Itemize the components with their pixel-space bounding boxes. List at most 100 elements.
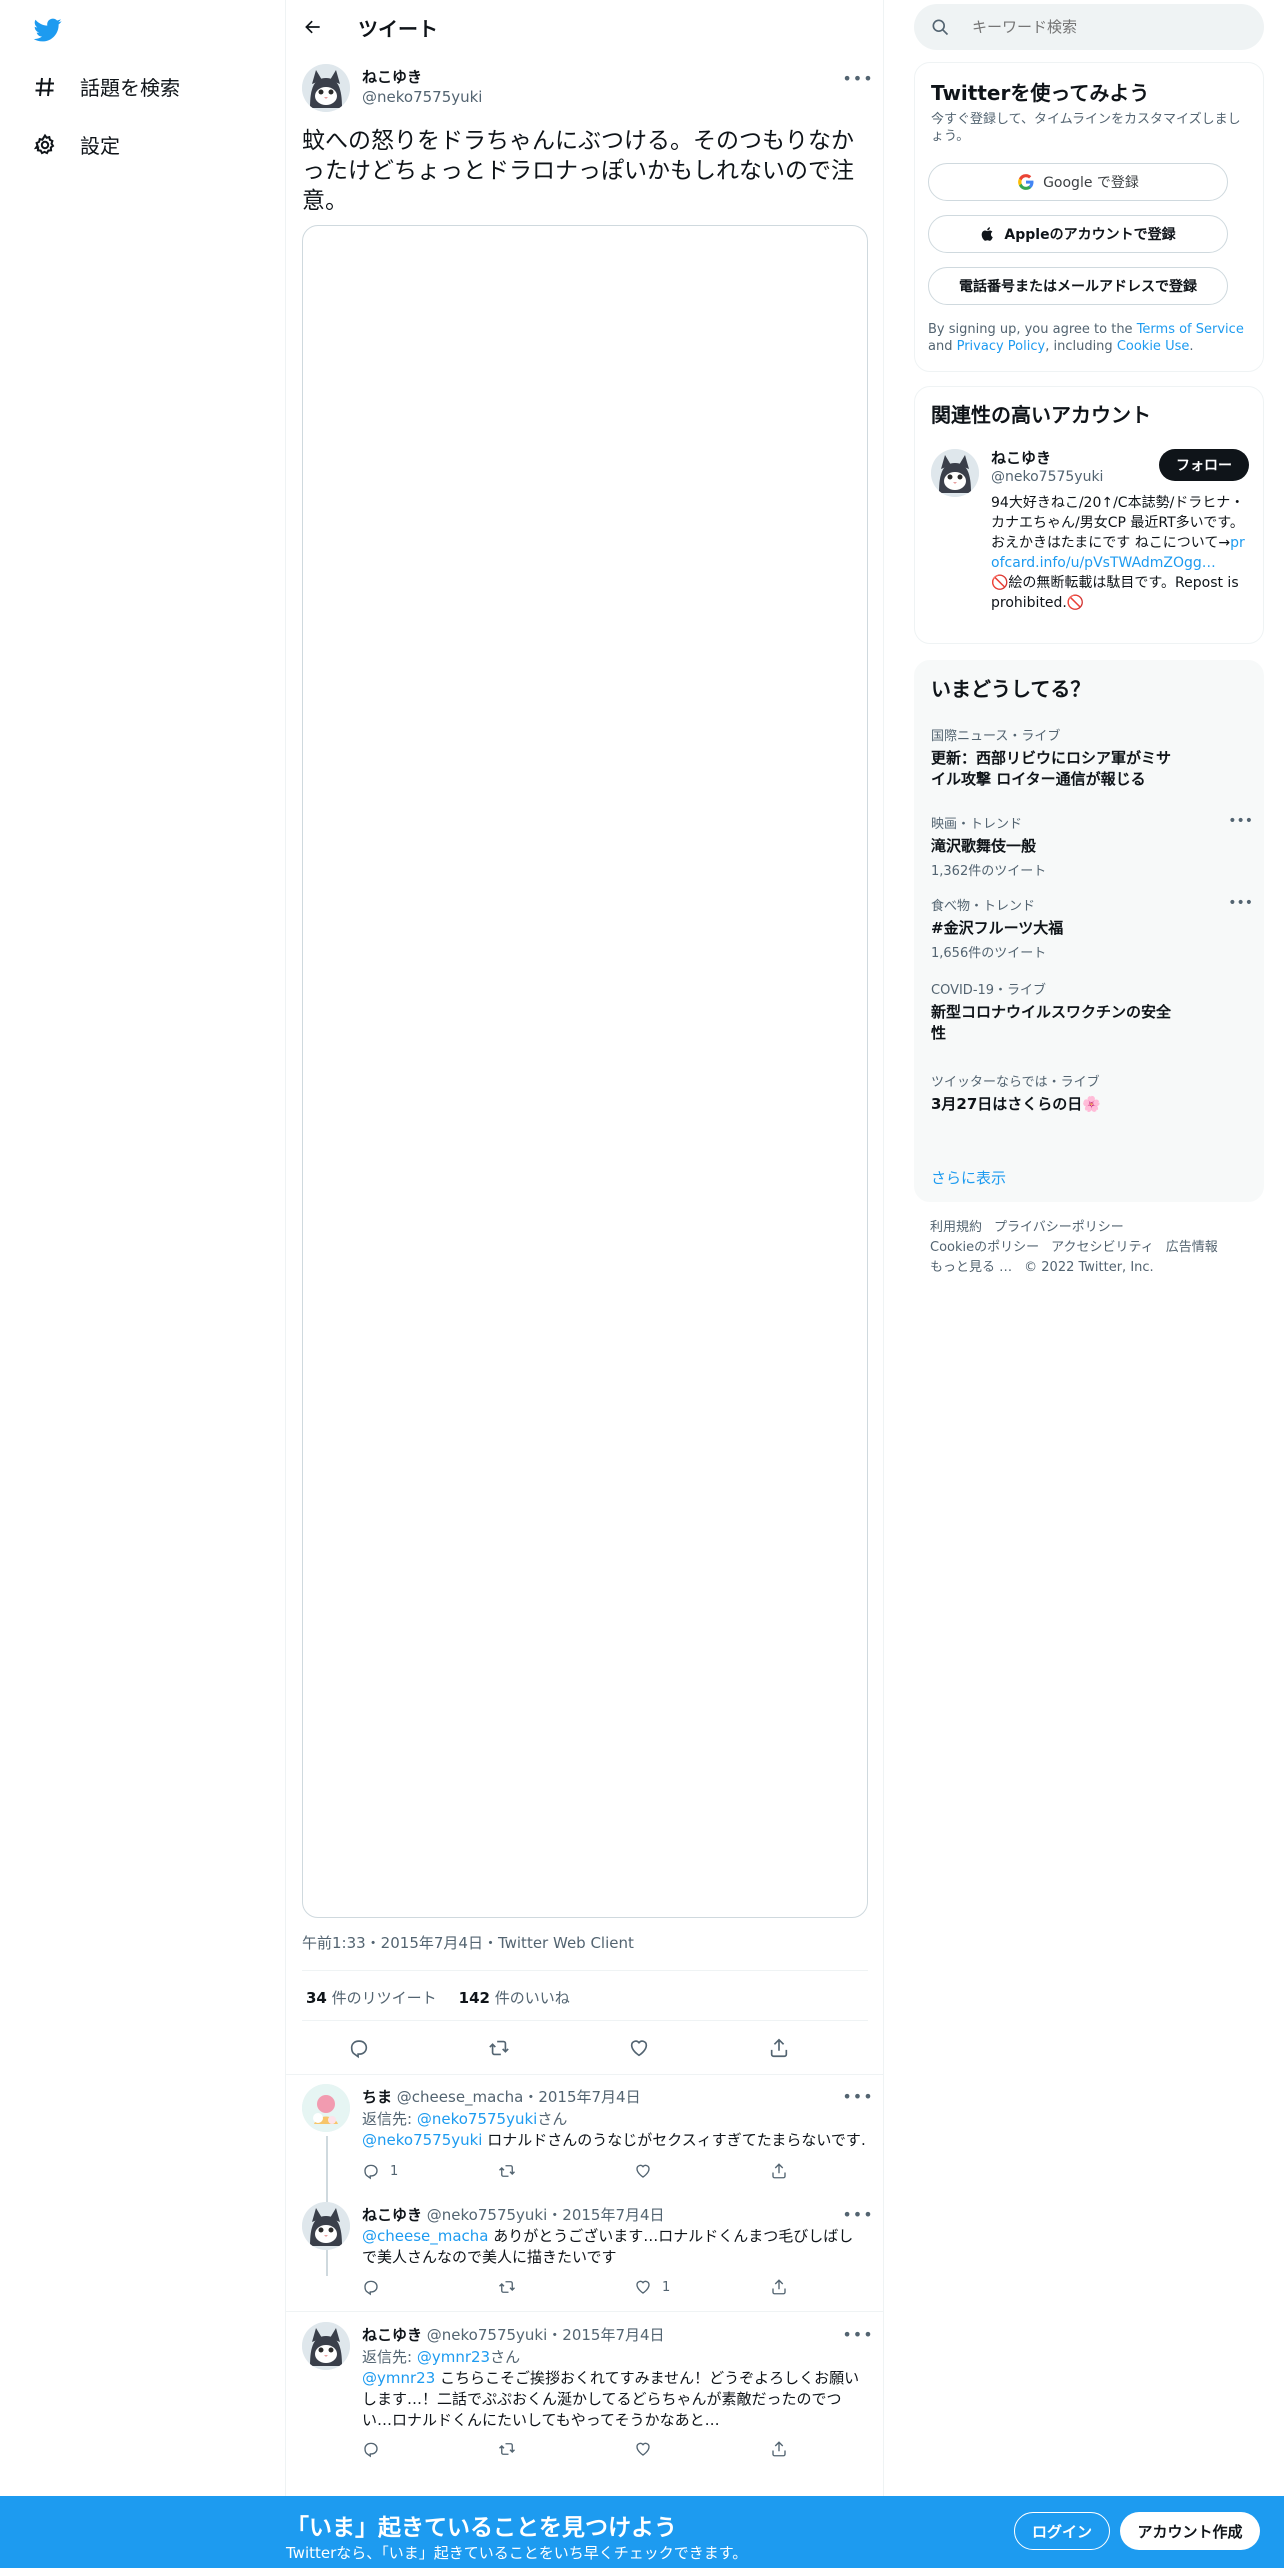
page-title: ツイート bbox=[358, 17, 438, 41]
follow-button[interactable]: フォロー bbox=[1159, 449, 1249, 481]
retweet-icon[interactable] bbox=[498, 2160, 516, 2182]
footer-ads[interactable]: 広告情報 bbox=[1166, 1240, 1218, 1255]
trend-item[interactable]: 国際ニュース・ライブ 更新：西部リビウにロシア軍がミサイル攻撃 ロイター通信が報… bbox=[931, 725, 1251, 790]
reply-author-handle[interactable]: @neko7575yuki bbox=[427, 2326, 547, 2344]
reply-author-name[interactable]: ねこゆき bbox=[362, 2206, 422, 2224]
relevant-name[interactable]: ねこゆき bbox=[991, 447, 1051, 468]
phone-email-signup-button[interactable]: 電話番号またはメールアドレスで登録 bbox=[928, 267, 1228, 305]
reply-mention[interactable]: @ymnr23 bbox=[362, 2369, 435, 2387]
footer-privacy[interactable]: プライバシーポリシー bbox=[994, 1220, 1124, 1235]
more-icon[interactable]: ••• bbox=[842, 2324, 872, 2344]
bio-text-after: 🚫絵の無断転載は駄目です。Repost is prohibited.🚫 bbox=[991, 575, 1239, 611]
reply-to-prefix: 返信先: bbox=[362, 2110, 413, 2128]
trend-category: ツイッターならでは・ライブ bbox=[931, 1075, 1100, 1090]
tweet-media[interactable] bbox=[302, 225, 868, 1918]
retweet-icon[interactable] bbox=[486, 2035, 512, 2061]
reply-mention[interactable]: @cheese_macha bbox=[362, 2227, 489, 2245]
avatar[interactable] bbox=[931, 449, 979, 497]
reply-author-handle[interactable]: @neko7575yuki bbox=[427, 2206, 547, 2224]
share-icon[interactable] bbox=[766, 2035, 792, 2061]
reply-body-text: こちらこそご挨拶おくれてすみません！どうぞよろしくお願いします…！二話でぷぷおく… bbox=[362, 2369, 860, 2429]
cookie-link[interactable]: Cookie Use bbox=[1117, 339, 1190, 354]
reply-date[interactable]: ・2015年7月4日 bbox=[547, 2206, 664, 2224]
reply-item[interactable]: ねこゆき @neko7575yuki・2015年7月4日 ••• 返信先: @y… bbox=[286, 2312, 884, 2472]
trend-count: 1,656件のツイート bbox=[931, 946, 1047, 961]
trend-name: 滝沢歌舞伎一般 bbox=[931, 837, 1037, 855]
reply-item[interactable]: ちま @cheese_macha・2015年7月4日 ••• 返信先: @nek… bbox=[286, 2074, 884, 2276]
reply-icon[interactable] bbox=[362, 2276, 390, 2298]
signup-button[interactable]: アカウント作成 bbox=[1120, 2512, 1260, 2550]
reply-to-handle[interactable]: @neko7575yuki bbox=[417, 2110, 537, 2128]
more-icon[interactable]: ••• bbox=[842, 2086, 872, 2106]
trend-name: #金沢フルーツ大福 bbox=[931, 919, 1064, 937]
more-icon[interactable]: ••• bbox=[1228, 813, 1253, 829]
twitter-logo-icon[interactable] bbox=[32, 16, 64, 44]
terms-link[interactable]: Terms of Service bbox=[1137, 322, 1244, 337]
more-icon[interactable]: ••• bbox=[1228, 895, 1253, 911]
google-signup-label: Google で登録 bbox=[1043, 175, 1139, 191]
reply-icon[interactable] bbox=[362, 2438, 390, 2460]
footer-cookie[interactable]: Cookieのポリシー bbox=[930, 1240, 1039, 1255]
nav-explore[interactable]: 話題を検索 bbox=[32, 72, 180, 101]
retweets-count: 34 bbox=[306, 1989, 327, 2007]
reply-date[interactable]: ・2015年7月4日 bbox=[547, 2326, 664, 2344]
reply-item[interactable]: ねこゆき @neko7575yuki・2015年7月4日 ••• @cheese… bbox=[286, 2194, 884, 2312]
more-icon[interactable]: ••• bbox=[842, 68, 872, 88]
trend-item[interactable]: ツイッターならでは・ライブ 3月27日はさくらの日🌸 bbox=[931, 1071, 1251, 1115]
trend-item[interactable]: COVID-19・ライブ 新型コロナウイルスワクチンの安全性 bbox=[931, 979, 1251, 1044]
retweet-icon[interactable] bbox=[498, 2276, 516, 2298]
main-column: ツイート ねこゆき @neko7575yuki ••• 蚊への怒りをドラちゃんに… bbox=[286, 0, 884, 2496]
footer-accessibility[interactable]: アクセシビリティ bbox=[1051, 1240, 1154, 1255]
login-button[interactable]: ログイン bbox=[1014, 2512, 1110, 2550]
trend-category: COVID-19・ライブ bbox=[931, 983, 1047, 998]
reply-to-suffix: さん bbox=[490, 2348, 521, 2366]
more-icon[interactable]: ••• bbox=[842, 2204, 872, 2224]
reply-icon[interactable] bbox=[346, 2035, 372, 2061]
reply-author-name[interactable]: ねこゆき bbox=[362, 2326, 422, 2344]
show-more-link[interactable]: さらに表示 bbox=[931, 1167, 1006, 1188]
tweet-author-name[interactable]: ねこゆき bbox=[362, 66, 422, 87]
google-signup-button[interactable]: Google で登録 bbox=[928, 163, 1228, 201]
likes-count: 142 bbox=[458, 1989, 490, 2007]
search-input[interactable] bbox=[972, 18, 1242, 36]
like-icon[interactable] bbox=[634, 2160, 662, 2182]
footer-more[interactable]: もっと見る … bbox=[930, 1260, 1012, 1275]
reply-actions: 1 bbox=[362, 2276, 802, 2298]
like-icon[interactable] bbox=[634, 2438, 662, 2460]
like-icon[interactable] bbox=[626, 2035, 652, 2061]
reply-header: ねこゆき @neko7575yuki・2015年7月4日 bbox=[362, 2324, 665, 2345]
bottom-bar-subtitle: Twitterなら、「いま」起きていることをいち早くチェックできます。 bbox=[286, 2544, 748, 2562]
share-icon[interactable] bbox=[770, 2160, 788, 2182]
reply-icon[interactable]: 1 bbox=[362, 2160, 398, 2182]
likes-stat[interactable]: 142 件のいいね bbox=[459, 1987, 570, 2008]
nav-settings[interactable]: 設定 bbox=[32, 130, 120, 159]
avatar[interactable] bbox=[302, 2322, 350, 2370]
retweet-icon[interactable] bbox=[498, 2438, 516, 2460]
search-bar[interactable] bbox=[914, 4, 1264, 50]
reply-date[interactable]: ・2015年7月4日 bbox=[523, 2088, 640, 2106]
reply-author-handle[interactable]: @cheese_macha bbox=[397, 2088, 524, 2106]
reply-mention[interactable]: @neko7575yuki bbox=[362, 2131, 482, 2149]
tweet-author-handle[interactable]: @neko7575yuki bbox=[362, 88, 482, 106]
avatar[interactable] bbox=[302, 2084, 350, 2132]
trend-item[interactable]: 映画・トレンド 滝沢歌舞伎一般 1,362件のツイート ••• bbox=[931, 813, 1253, 879]
relevant-handle[interactable]: @neko7575yuki bbox=[991, 469, 1103, 485]
trends-title: いまどうしてる？ bbox=[931, 677, 1091, 701]
footer-terms[interactable]: 利用規約 bbox=[930, 1220, 982, 1235]
reply-text: @neko7575yuki ロナルドさんのうなじがセクスィすぎてたまらないです… bbox=[362, 2130, 866, 2151]
reply-author-name[interactable]: ちま bbox=[362, 2088, 392, 2106]
legal-end: . bbox=[1189, 339, 1194, 354]
privacy-link[interactable]: Privacy Policy bbox=[957, 339, 1046, 354]
reply-to-handle[interactable]: @ymnr23 bbox=[417, 2348, 490, 2366]
apple-signup-button[interactable]: Appleのアカウントで登録 bbox=[928, 215, 1228, 253]
avatar[interactable] bbox=[302, 64, 350, 112]
apple-icon bbox=[982, 227, 994, 241]
retweets-stat[interactable]: 34 件のリツイート bbox=[306, 1987, 437, 2008]
like-icon[interactable]: 1 bbox=[634, 2276, 670, 2298]
trend-item[interactable]: 食べ物・トレンド #金沢フルーツ大福 1,656件のツイート ••• bbox=[931, 895, 1253, 961]
back-arrow-icon[interactable] bbox=[300, 14, 326, 40]
share-icon[interactable] bbox=[770, 2276, 788, 2298]
share-icon[interactable] bbox=[770, 2438, 788, 2460]
avatar[interactable] bbox=[302, 2202, 350, 2250]
reply-header: ねこゆき @neko7575yuki・2015年7月4日 bbox=[362, 2204, 665, 2225]
